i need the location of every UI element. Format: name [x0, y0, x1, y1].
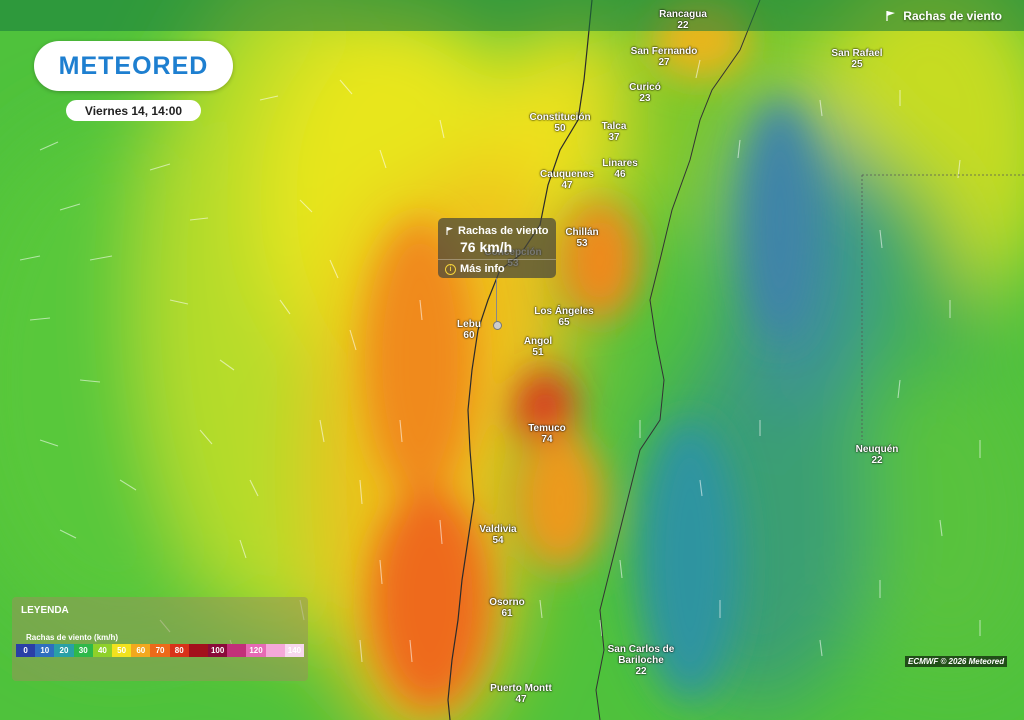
city-label-cauquenes[interactable]: Cauquenes 47 [540, 169, 594, 191]
legend-stop: 60 [131, 644, 151, 657]
city-label-san-rafael[interactable]: San Rafael 25 [831, 48, 882, 70]
city-label-curico[interactable]: Curicó 23 [629, 82, 661, 104]
date-selector[interactable]: Viernes 14, 14:00 [66, 100, 201, 121]
wind-gust-flag-icon [886, 11, 896, 21]
city-label-temuco[interactable]: Temuco 74 [528, 423, 566, 445]
city-value: 47 [561, 180, 573, 191]
legend-title: LEYENDA [21, 605, 69, 616]
city-value: 50 [554, 123, 566, 134]
city-value: 22 [635, 666, 647, 677]
legend-stop: 120 [246, 644, 266, 657]
legend-stop: 70 [150, 644, 170, 657]
city-label-neuquen[interactable]: Neuquén 22 [856, 444, 899, 466]
city-name: San Rafael [831, 48, 883, 59]
layer-selector[interactable]: Rachas de viento [885, 9, 1002, 23]
legend-stop [188, 644, 209, 657]
map-credit: ECMWF © 2026 Meteored [905, 656, 1008, 667]
city-label-rancagua[interactable]: Rancagua 22 [659, 9, 707, 31]
legend-stop [227, 644, 247, 657]
city-name: Puerto Montt [490, 683, 552, 694]
city-label-chillan[interactable]: Chillán 53 [565, 227, 598, 249]
city-label-san-fernando[interactable]: San Fernando 27 [631, 46, 698, 68]
city-value: 22 [871, 455, 883, 466]
tooltip-pin-line [496, 278, 497, 324]
top-bar [0, 0, 1024, 31]
city-name: Rancagua [659, 9, 707, 20]
city-name: Linares [602, 158, 638, 169]
city-name: Curicó [629, 82, 661, 93]
legend-stop: 50 [112, 644, 132, 657]
city-label-talca[interactable]: Talca 37 [602, 121, 627, 143]
city-label-lebu[interactable]: Lebu 60 [457, 319, 481, 341]
city-value: 46 [614, 169, 626, 180]
city-label-los-angeles[interactable]: Los Ángeles 65 [534, 306, 593, 328]
city-label-linares[interactable]: Linares 46 [602, 158, 638, 180]
wind-tooltip[interactable]: Rachas de viento 76 km/h i Más info [438, 218, 556, 278]
city-value: 27 [658, 57, 670, 68]
legend-stop: 40 [92, 644, 113, 657]
city-name: Cauquenes [540, 169, 594, 180]
city-name: Chillán [565, 227, 599, 238]
city-name: Talca [601, 121, 627, 132]
city-name: San Fernando [630, 46, 698, 57]
city-name: Constitución [529, 112, 591, 123]
legend-stop: 0 [16, 644, 36, 657]
city-label-constitucion[interactable]: Constitución 50 [529, 112, 590, 134]
city-name: Angol [523, 336, 553, 347]
city-label-puerto-montt[interactable]: Puerto Montt 47 [490, 683, 552, 705]
legend-stop: 10 [35, 644, 55, 657]
meteored-logo[interactable]: METEORED [34, 41, 233, 91]
layer-label: Rachas de viento [903, 9, 1002, 23]
city-value: 65 [558, 317, 570, 328]
tooltip-value: 76 km/h [460, 239, 513, 255]
legend-stop: 30 [73, 644, 93, 657]
map-location-pin[interactable] [493, 321, 502, 330]
legend-stop: 140 [284, 644, 305, 657]
logo-text: METEORED [58, 51, 209, 80]
city-value: 47 [515, 694, 527, 705]
city-name: Los Ángeles [534, 306, 594, 317]
more-info-link[interactable]: Más info [460, 263, 505, 275]
wind-flag-icon [446, 227, 453, 235]
city-value: 23 [639, 93, 651, 104]
legend-stop: 100 [208, 644, 228, 657]
legend-stop [265, 644, 285, 657]
city-value: 22 [677, 20, 689, 31]
city-value: 37 [608, 132, 620, 143]
info-icon: i [445, 264, 456, 275]
legend-subtitle: Rachas de viento (km/h) [26, 633, 119, 642]
city-label-angol[interactable]: Angol 51 [524, 336, 552, 358]
city-name: Temuco [528, 423, 566, 434]
legend-stop: 80 [169, 644, 189, 657]
city-value: 60 [463, 330, 475, 341]
city-name: Lebu [457, 319, 481, 330]
city-value: 74 [541, 434, 553, 445]
city-label-osorno[interactable]: Osorno 61 [489, 597, 525, 619]
date-label: Viernes 14, 14:00 [84, 103, 183, 118]
city-value: 51 [532, 347, 544, 358]
legend-stop: 20 [54, 644, 74, 657]
city-name: San Carlos de Bariloche [607, 644, 675, 666]
city-value: 53 [576, 238, 588, 249]
city-value: 25 [851, 59, 863, 70]
city-value: 61 [501, 608, 513, 619]
city-name: Osorno [489, 597, 525, 608]
city-value: 54 [492, 535, 504, 546]
city-label-bariloche[interactable]: San Carlos de Bariloche 22 [606, 644, 676, 677]
tooltip-title: Rachas de viento [458, 225, 549, 237]
legend-color-scale: 0 10 20 30 40 50 60 70 80 100 120 140 [16, 644, 305, 657]
city-name: Valdivia [479, 524, 517, 535]
city-name: Neuquén [855, 444, 899, 455]
city-label-valdivia[interactable]: Valdivia 54 [479, 524, 516, 546]
tooltip-divider [438, 259, 556, 260]
legend-panel[interactable]: LEYENDA Rachas de viento (km/h) 0 10 20 30 4… [12, 597, 308, 681]
